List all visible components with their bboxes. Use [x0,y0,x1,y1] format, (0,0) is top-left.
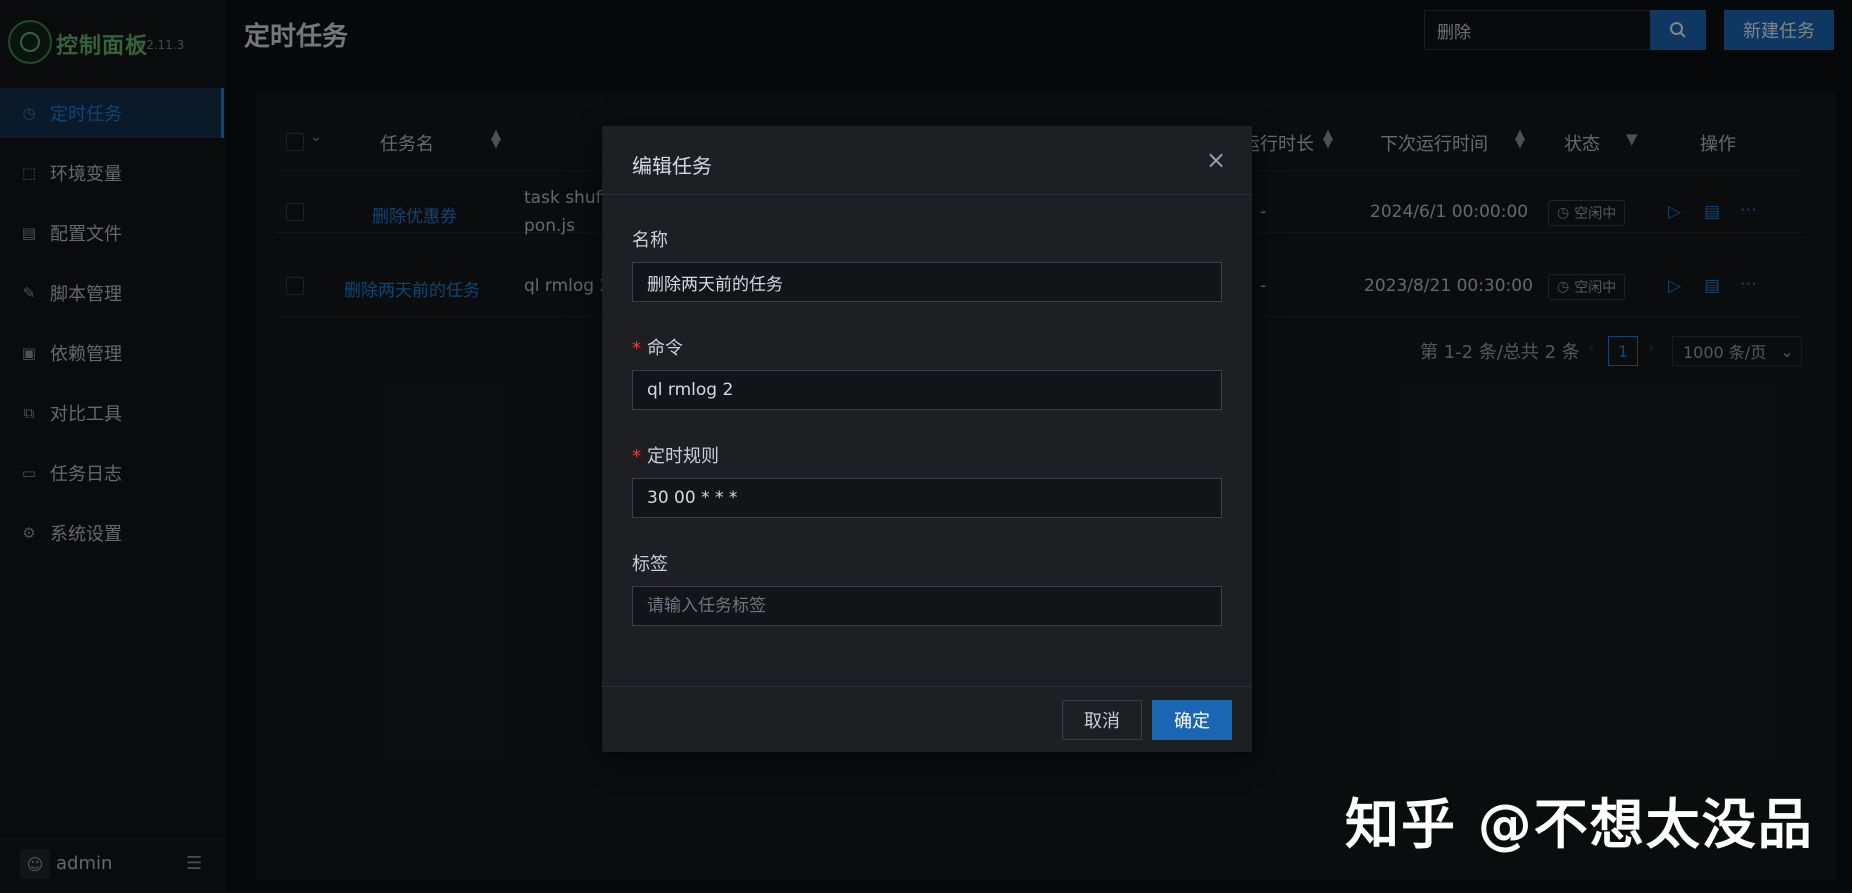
schedule-field[interactable] [632,478,1222,518]
schedule-label-text: 定时规则 [647,446,719,467]
required-mark: * [632,338,641,359]
modal-title: 编辑任务 [632,154,712,178]
labels-label: 标签 [632,554,668,575]
close-icon[interactable]: × [1206,146,1226,174]
edit-task-modal: 编辑任务 × 名称 * 命令 * 定时规则 标签 取消 确定 [602,126,1252,752]
cancel-button[interactable]: 取消 [1062,700,1142,740]
divider [602,194,1252,195]
watermark: 知乎 @不想太没品 [1345,793,1814,856]
required-mark: * [632,446,641,467]
ok-button[interactable]: 确定 [1152,700,1232,740]
name-field[interactable] [632,262,1222,302]
labels-field[interactable] [632,586,1222,626]
name-label: 名称 [632,230,668,251]
command-label: * 命令 [632,334,683,360]
command-field[interactable] [632,370,1222,410]
divider [602,686,1252,687]
schedule-label: * 定时规则 [632,442,719,468]
command-label-text: 命令 [647,338,683,359]
